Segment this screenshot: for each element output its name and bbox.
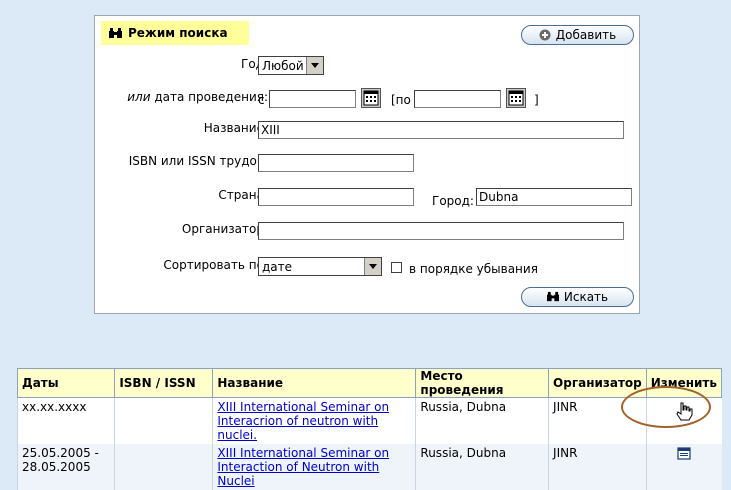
row-title-line1: XIII International Seminar on	[217, 446, 390, 460]
date-to-suffix: ]	[534, 93, 539, 107]
add-button-label: Добавить	[555, 28, 617, 42]
row-title-line2: Interaction of Neutron with Nuclei	[217, 460, 380, 488]
column-header-isbn[interactable]: ISBN / ISSN	[114, 368, 214, 398]
row-title-link[interactable]: XIII International Seminar on Interaction…	[217, 446, 389, 488]
plus-circle-icon	[539, 29, 551, 41]
column-header-title[interactable]: Название	[212, 368, 417, 398]
date-label-text: дата проведения:	[150, 90, 268, 104]
row-title-line2: Interacrion of neutron with nuclei.	[217, 414, 379, 442]
results-table: Даты ISBN / ISSN Название Место проведен…	[16, 368, 723, 490]
row-dates: 25.05.2005 -28.05.2005	[16, 444, 115, 490]
year-select[interactable]: Любой	[258, 56, 324, 75]
table-row: 25.05.2005 -28.05.2005 XIII Internationa…	[16, 444, 722, 490]
row-place: Russia, Dubna	[415, 444, 549, 490]
column-header-place[interactable]: Место проведения	[415, 368, 550, 398]
calendar-to-button[interactable]	[506, 88, 526, 108]
row-title-cell: XIII International Seminar on Interaction…	[212, 444, 416, 490]
row-title-line1: XIII International Seminar on	[217, 400, 390, 414]
date-label-or: или	[127, 90, 151, 104]
city-label: Город:	[432, 194, 474, 208]
row-dates: xx.xx.xxxx	[16, 397, 115, 444]
search-mode-badge: Режим поиска	[101, 21, 249, 45]
title-input[interactable]	[258, 121, 624, 139]
row-title-link[interactable]: XIII International Seminar on Interacrion…	[217, 400, 389, 442]
date-to-prefix: [по	[391, 93, 411, 107]
row-title-cell: XIII International Seminar on Interacrion…	[212, 397, 416, 444]
city-input[interactable]	[476, 188, 632, 206]
row-dates-start: 25.05.2005 -	[22, 446, 99, 460]
row-isbn	[114, 444, 213, 490]
calendar-icon	[363, 90, 379, 106]
row-place: Russia, Dubna	[415, 397, 549, 444]
chevron-down-icon	[364, 258, 381, 275]
table-row: xx.xx.xxxx XIII International Seminar on…	[16, 397, 722, 444]
sort-label: Сортировать по:	[163, 258, 268, 272]
sort-select[interactable]: дате	[258, 257, 382, 276]
isbn-label: ISBN или ISSN трудов:	[128, 154, 268, 168]
row-dates-end: 28.05.2005	[22, 460, 91, 474]
organizer-label: Организатор:	[181, 222, 268, 236]
search-mode-title: Режим поиска	[128, 26, 228, 40]
organizer-input[interactable]	[258, 222, 624, 240]
column-header-dates[interactable]: Даты	[16, 368, 116, 398]
date-label: или дата проведения:	[127, 90, 268, 104]
calendar-from-button[interactable]	[361, 88, 381, 108]
edit-icon[interactable]	[677, 446, 691, 460]
year-select-value: Любой	[262, 58, 304, 73]
date-from-input[interactable]	[269, 90, 356, 108]
date-from-prefix: с	[258, 93, 265, 107]
calendar-icon	[508, 90, 524, 106]
country-input[interactable]	[258, 188, 414, 206]
table-header-row: Даты ISBN / ISSN Название Место проведен…	[16, 368, 723, 398]
add-button[interactable]: Добавить	[521, 25, 634, 45]
row-edit-cell	[645, 444, 722, 490]
isbn-input[interactable]	[258, 154, 414, 172]
sort-select-value: дате	[262, 259, 293, 274]
descending-label: в порядке убывания	[409, 262, 538, 276]
row-organizer: JINR	[548, 444, 647, 490]
binoculars-icon	[109, 27, 122, 38]
date-to-input[interactable]	[414, 90, 501, 108]
binoculars-icon	[546, 291, 559, 302]
search-panel: Режим поиска Добавить Год: Любой или дат…	[94, 15, 640, 314]
descending-checkbox[interactable]	[391, 262, 402, 273]
highlight-ring	[621, 386, 711, 428]
chevron-down-icon	[306, 57, 323, 74]
search-button[interactable]: Искать	[521, 287, 634, 307]
row-isbn	[114, 397, 213, 444]
search-button-label: Искать	[563, 290, 609, 304]
